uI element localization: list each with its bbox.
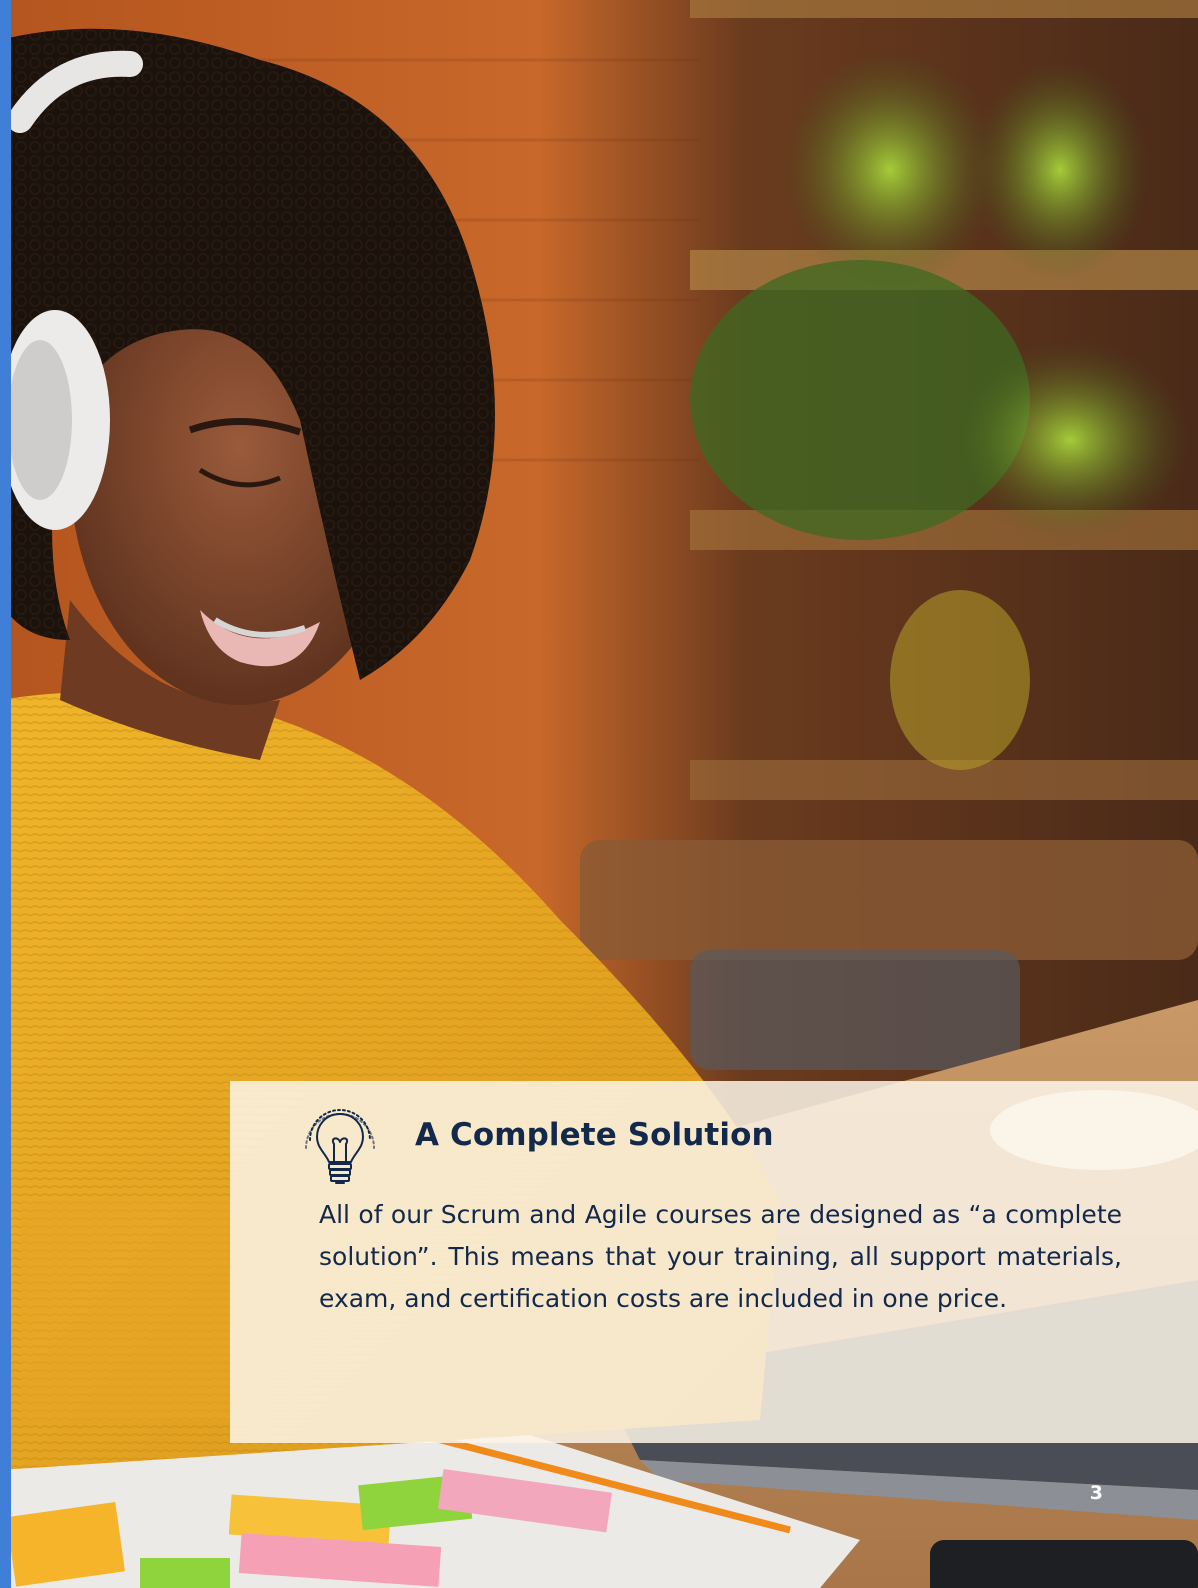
document-page: A Complete Solution All of our Scrum and…: [0, 0, 1198, 1588]
card-body-text: All of our Scrum and Agile courses are d…: [319, 1200, 1122, 1313]
page-number: 3: [1089, 1482, 1103, 1504]
lightbulb-icon: [305, 1109, 375, 1184]
info-card: A Complete Solution All of our Scrum and…: [230, 1081, 1198, 1443]
accent-stripe: [0, 0, 11, 1588]
card-title: A Complete Solution: [415, 1117, 774, 1153]
